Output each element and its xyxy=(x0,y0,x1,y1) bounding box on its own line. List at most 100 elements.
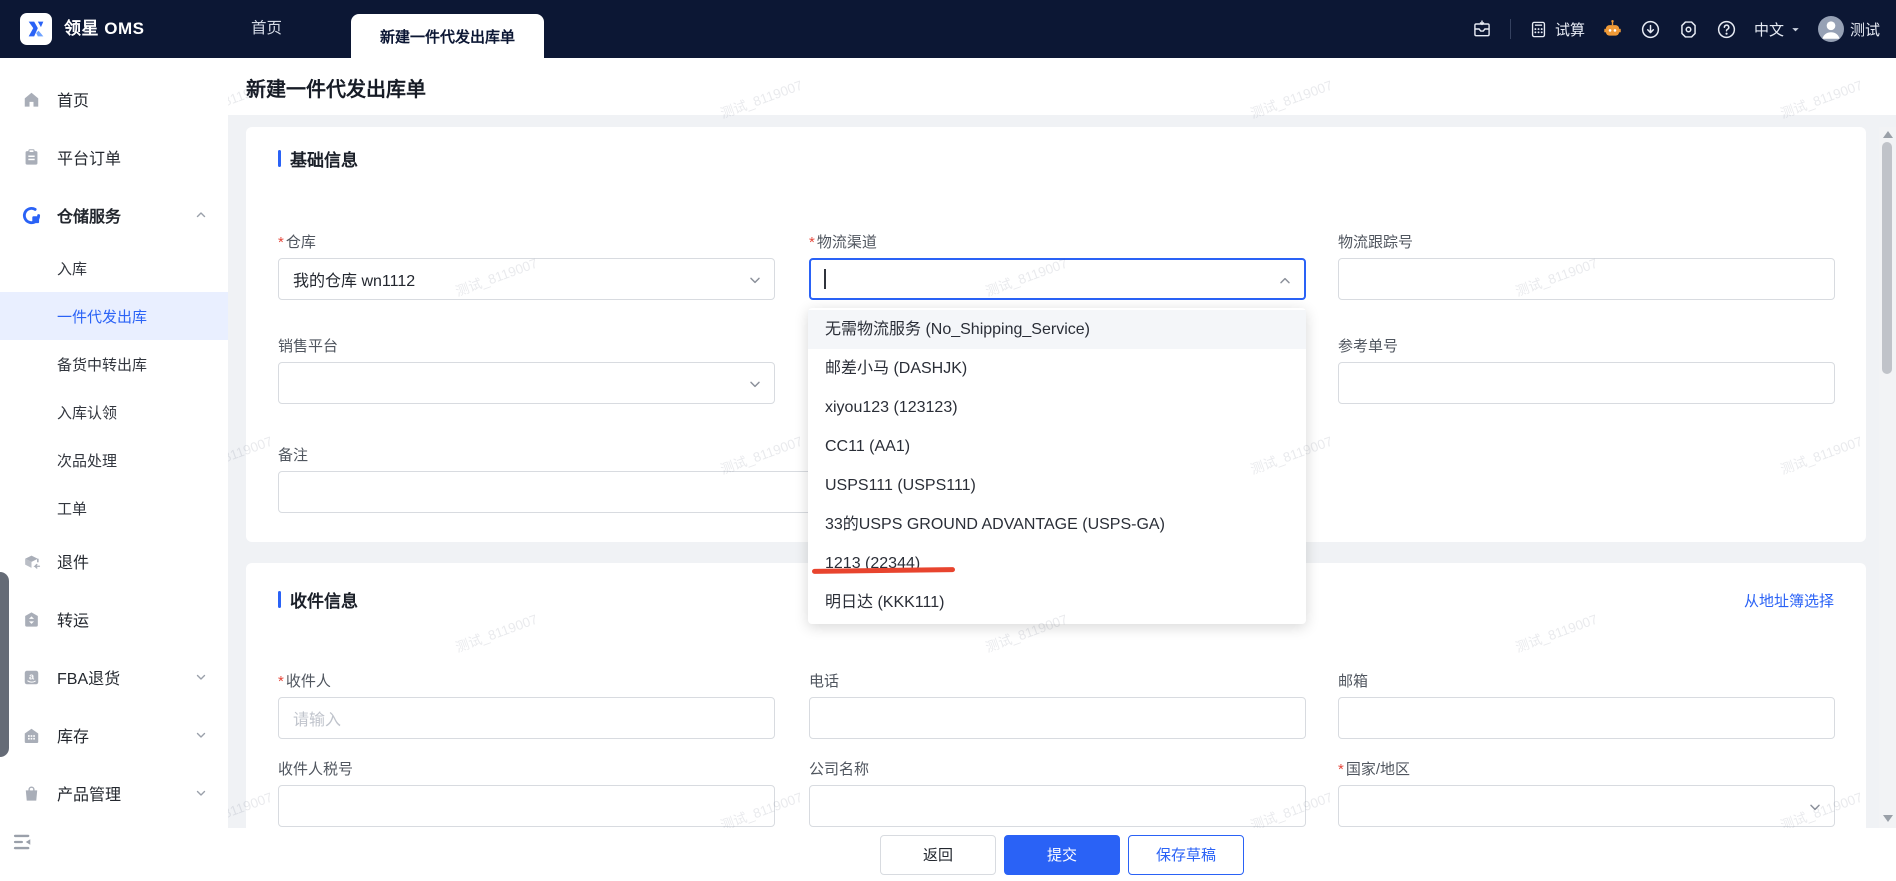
reference-no-input[interactable] xyxy=(1338,362,1835,404)
section-bar xyxy=(278,150,281,167)
language-selector[interactable]: 中文 xyxy=(1754,19,1801,40)
footer-action-bar: 返回 提交 保存草稿 xyxy=(228,828,1896,881)
country-field: * 国家/地区 xyxy=(1338,762,1835,827)
sidebar-item-products[interactable]: 产品管理 xyxy=(0,764,228,822)
sidebar: 首页平台订单仓储服务入库一件代发出库 备货中转出库入库认领次品处理工单退件转运 a F… xyxy=(0,58,228,881)
trial-calc-button[interactable]: 试算 xyxy=(1528,19,1585,40)
sidebar-item-label: 转运 xyxy=(57,613,90,630)
sidebar-item-label: 首页 xyxy=(57,93,90,110)
sidebar-item-returns[interactable]: 退件 xyxy=(0,532,228,590)
inventory-icon xyxy=(22,726,41,745)
page-title: 新建一件代发出库单 xyxy=(246,79,426,101)
chevron-down-icon xyxy=(194,670,208,684)
username: 测试 xyxy=(1849,21,1880,39)
channel-option-0[interactable]: 无需物流服务 (No_Shipping_Service) xyxy=(808,310,1306,349)
scrollbar-up-arrow[interactable] xyxy=(1883,131,1893,138)
side-edge-handle[interactable] xyxy=(0,572,9,757)
save-draft-button[interactable]: 保存草稿 xyxy=(1128,834,1244,875)
nav-tab-home[interactable]: 首页 xyxy=(251,0,282,58)
navbar-actions: 试算 中文 测试 xyxy=(1472,0,1880,58)
sidebar-item-sub-7[interactable]: 次品处理 xyxy=(0,436,228,484)
logistics-channel-dropdown: 无需物流服务 (No_Shipping_Service) 邮差小马 (DASHJK… xyxy=(808,308,1306,624)
address-book-link[interactable]: 从地址簿选择 xyxy=(1744,590,1834,611)
scrollbar-down-arrow[interactable] xyxy=(1883,815,1893,822)
recipient-input[interactable]: 请输入 xyxy=(278,697,775,739)
returns-icon xyxy=(22,552,41,571)
sidebar-item-label: 一件代发出库 xyxy=(57,308,148,326)
warehouse-service-icon xyxy=(22,206,41,225)
chevron-up-icon xyxy=(1277,273,1293,289)
sidebar-item-sub-6[interactable]: 入库认领 xyxy=(0,388,228,436)
sidebar-item-fba[interactable]: a FBA退货 xyxy=(0,648,228,706)
sidebar-item-label: 备货中转出库 xyxy=(57,356,148,374)
sidebar-item-inventory[interactable]: 库存 xyxy=(0,706,228,764)
email-field: 邮箱 xyxy=(1338,674,1835,739)
help-icon[interactable] xyxy=(1716,19,1737,40)
sidebar-item-sub-5[interactable]: 备货中转出库 xyxy=(0,340,228,388)
avatar xyxy=(1817,16,1844,42)
reference-no-field: 参考单号 xyxy=(1338,339,1835,404)
sidebar-item-platform-orders[interactable]: 平台订单 xyxy=(0,128,228,186)
sidebar-item-label: 平台订单 xyxy=(57,151,122,168)
top-navbar: 领星 OMS 首页 新建一件代发出库单 试算 中文 测试 xyxy=(0,0,1896,58)
warehouse-field: * 仓库 我的仓库 wn1112 xyxy=(278,235,775,300)
sidebar-collapse-icon[interactable] xyxy=(12,832,34,852)
sales-platform-field: 销售平台 xyxy=(278,339,775,404)
products-icon xyxy=(22,784,41,803)
chevron-down-icon xyxy=(1792,27,1799,31)
channel-option-5[interactable]: 33的USPS GROUND ADVANTAGE (USPS-GA) xyxy=(808,505,1306,544)
channel-option-6[interactable]: 1213 (22344) xyxy=(808,544,1306,583)
scrollbar-thumb[interactable] xyxy=(1882,142,1892,374)
basic-info-header: 基础信息 xyxy=(278,146,358,171)
sidebar-item-label: 仓储服务 xyxy=(57,209,122,226)
phone-input[interactable] xyxy=(809,697,1306,739)
settings-icon[interactable] xyxy=(1678,19,1699,40)
robot-assistant-icon[interactable] xyxy=(1602,19,1623,40)
warehouse-select[interactable]: 我的仓库 wn1112 xyxy=(278,258,775,300)
sidebar-item-label: 库存 xyxy=(57,729,90,746)
chevron-up-icon xyxy=(194,208,208,222)
download-icon[interactable] xyxy=(1640,19,1661,40)
nav-tab-active[interactable]: 新建一件代发出库单 xyxy=(351,14,544,58)
company-input[interactable] xyxy=(809,785,1306,827)
trial-calc-label: 试算 xyxy=(1554,21,1585,39)
app-root: 领星 OMS 首页 新建一件代发出库单 试算 中文 测试 首页 平台订单 仓储服… xyxy=(0,0,1896,881)
sidebar-item-label: FBA退货 xyxy=(57,671,121,688)
sales-platform-select[interactable] xyxy=(278,362,775,404)
back-button[interactable]: 返回 xyxy=(880,834,996,875)
channel-option-1[interactable]: 邮差小马 (DASHJK) xyxy=(808,349,1306,388)
message-icon[interactable] xyxy=(1472,19,1493,40)
logistics-channel-select[interactable] xyxy=(809,258,1306,300)
warehouse-value: 我的仓库 wn1112 xyxy=(293,273,416,290)
chevron-down-icon xyxy=(194,786,208,800)
recipient-placeholder: 请输入 xyxy=(293,712,342,729)
sidebar-item-label: 入库 xyxy=(57,260,88,278)
sidebar-item-transfer[interactable]: 转运 xyxy=(0,590,228,648)
channel-option-4[interactable]: USPS111 (USPS111) xyxy=(808,466,1306,505)
sidebar-item-sub-3[interactable]: 入库 xyxy=(0,244,228,292)
section-bar xyxy=(278,591,281,608)
submit-button[interactable]: 提交 xyxy=(1004,834,1120,875)
company-field: 公司名称 xyxy=(809,762,1306,827)
country-select[interactable] xyxy=(1338,785,1835,827)
tracking-no-field: 物流跟踪号 xyxy=(1338,235,1835,300)
channel-option-7[interactable]: 明日达 (KKK111) xyxy=(808,583,1306,622)
transfer-icon xyxy=(22,610,41,629)
channel-option-3[interactable]: CC11 (AA1) xyxy=(808,427,1306,466)
recipient-info-header: 收件信息 xyxy=(278,587,358,612)
tracking-no-input[interactable] xyxy=(1338,258,1835,300)
sidebar-item-home[interactable]: 首页 xyxy=(0,70,228,128)
sidebar-item-sub-4[interactable]: 一件代发出库 xyxy=(0,292,228,340)
scrollbar[interactable] xyxy=(1879,127,1896,828)
email-input[interactable] xyxy=(1338,697,1835,739)
app-logo-icon xyxy=(20,13,52,45)
app-title: 领星 OMS xyxy=(64,19,145,38)
sidebar-item-label: 工单 xyxy=(57,500,88,518)
sidebar-item-warehouse-service[interactable]: 仓储服务 xyxy=(0,186,228,244)
user-menu[interactable]: 测试 xyxy=(1817,16,1880,42)
chevron-down-icon xyxy=(747,272,763,288)
channel-option-2[interactable]: xiyou123 (123123) xyxy=(808,388,1306,427)
sidebar-item-label: 次品处理 xyxy=(57,452,118,470)
tax-no-input[interactable] xyxy=(278,785,775,827)
sidebar-item-sub-8[interactable]: 工单 xyxy=(0,484,228,532)
